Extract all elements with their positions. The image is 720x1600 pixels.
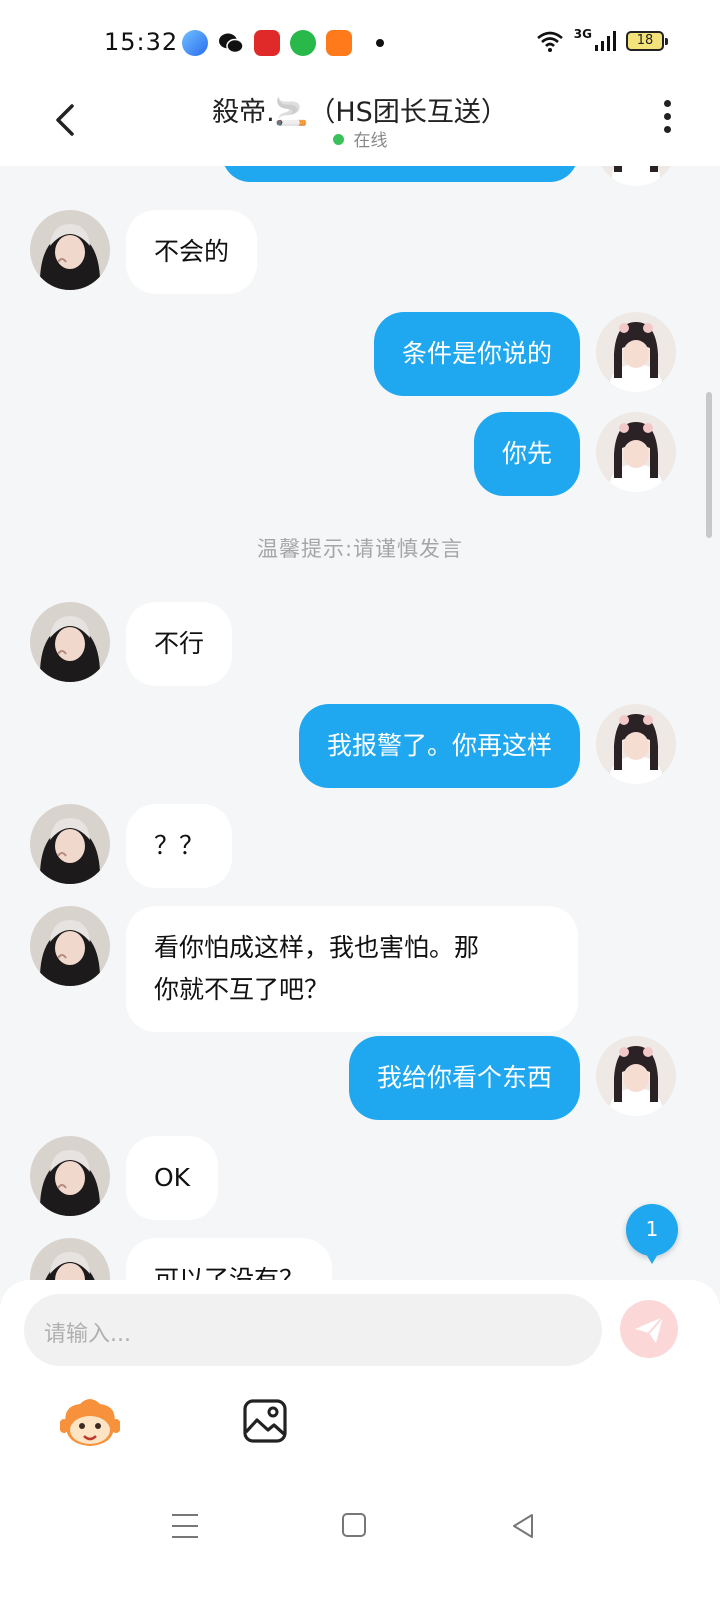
notification-dot [376,39,384,47]
message-text: 你先 [501,439,552,468]
new-message-badge[interactable]: 1 [626,1204,678,1264]
status-indicators: 3G 18 [536,27,668,52]
send-button[interactable] [620,1300,678,1358]
status-time: 15:32 [104,28,179,56]
emoji-sticker-icon[interactable] [60,1396,120,1448]
message-text: ？？ [154,831,205,860]
send-icon [635,1316,664,1343]
message-text: 不会的 [154,237,230,266]
online-dot-icon [332,134,344,145]
message-bubble-incoming[interactable]: OK [126,1136,219,1220]
status-bar: 15:32 3G 18 [0,0,720,88]
online-status: 在线 [0,126,720,151]
my-avatar[interactable] [596,1036,676,1116]
my-avatar[interactable] [596,704,676,784]
contact-avatar[interactable] [30,602,110,682]
message-text: 条件是你说的 [401,339,552,368]
message-bubble-incoming[interactable]: 不行 [126,602,233,686]
network-type: 3G [573,27,592,41]
system-nav-bar [0,1490,720,1560]
browser-icon [182,30,208,56]
message-bubble-outgoing[interactable]: 我报警了。你再这样 [298,704,580,788]
message-text: 我报警了。你再这样 [326,731,552,760]
my-avatar[interactable] [596,166,676,186]
my-avatar[interactable] [596,312,676,392]
message-bubble-outgoing[interactable]: 你先 [473,412,580,496]
app-red-icon [254,30,280,56]
signal-icon [595,31,616,51]
message-bubble-partial [222,166,578,182]
menu-icon[interactable] [172,1514,198,1538]
battery-icon: 18 [626,31,668,51]
message-input[interactable]: 请输入... [24,1294,602,1366]
message-text: OK [154,1163,191,1192]
message-text-line2: 你就不互了吧？ [154,975,330,1004]
message-bubble-incoming[interactable]: 不会的 [126,210,258,294]
online-status-label: 在线 [353,131,388,151]
contact-avatar[interactable] [30,1136,110,1216]
image-picker-icon[interactable] [242,1398,288,1444]
contact-avatar[interactable] [30,804,110,884]
system-tip: 温馨提示:请谨慎发言 [256,537,464,561]
more-options-icon[interactable] [660,100,674,136]
message-bubble-incoming[interactable]: ？？ [126,804,233,888]
chat-screen: 15:32 3G 18 殺帝.🚬（HS团长互送） 在线 不会的 条件是你说的 你… [0,0,720,1600]
message-bubble-outgoing[interactable]: 我给你看个东西 [348,1036,580,1120]
message-text: 不行 [154,629,205,658]
my-avatar[interactable] [596,412,676,492]
contact-name[interactable]: 殺帝.🚬（HS团长互送） [0,90,720,129]
status-app-icons [182,30,384,56]
message-list[interactable]: 不会的 条件是你说的 你先 温馨提示:请谨慎发言 不行 我报警了。你再这样 ？？ [0,166,720,1300]
home-icon[interactable] [342,1513,366,1537]
app-green-icon [290,30,316,56]
wifi-icon [536,31,563,52]
wechat-icon [218,30,244,56]
message-bubble-outgoing[interactable]: 条件是你说的 [373,312,580,396]
contact-avatar[interactable] [30,210,110,290]
scrollbar[interactable] [706,392,712,538]
message-text: 我给你看个东西 [376,1063,552,1092]
message-text-line1: 看你怕成这样，我也害怕。那 [154,933,480,962]
message-bubble-incoming[interactable]: 看你怕成这样，我也害怕。那 你就不互了吧？ [126,906,578,1032]
chat-header: 殺帝.🚬（HS团长互送） 在线 [0,88,720,166]
contact-avatar[interactable] [30,906,110,986]
app-orange-icon [326,30,352,56]
nav-back-icon[interactable] [510,1512,536,1540]
